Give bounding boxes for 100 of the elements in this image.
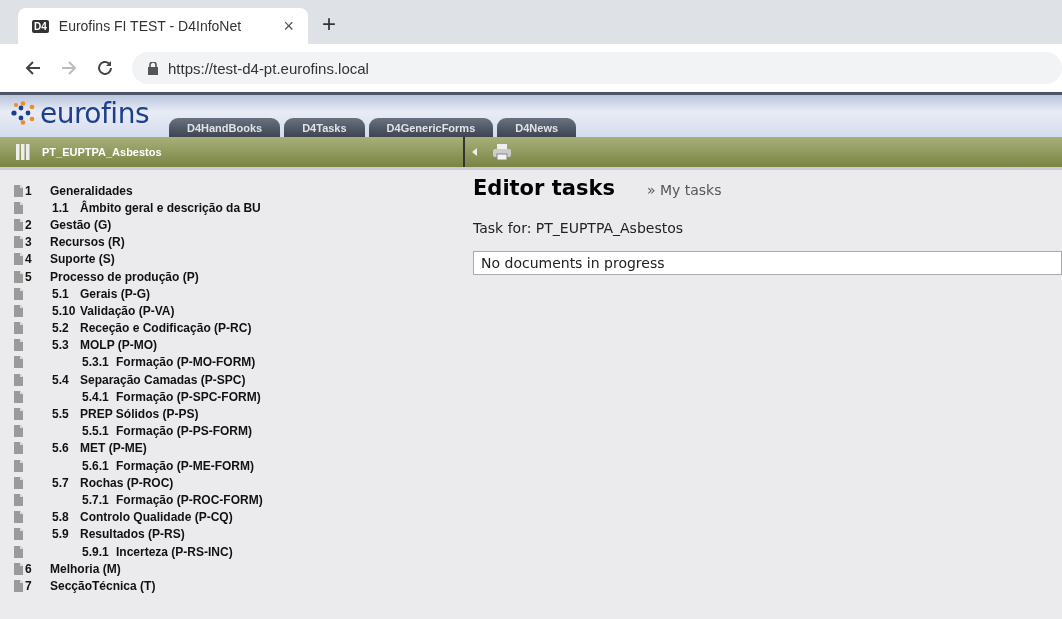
dots-logo-icon	[10, 101, 36, 125]
lock-icon	[148, 61, 158, 75]
item-label: Rochas (P-ROC)	[80, 475, 174, 490]
document-icon	[14, 339, 23, 352]
item-label: MOLP (P-MO)	[80, 338, 158, 353]
tree-item[interactable]: 5.6.1 Formação (P-ME-FORM)	[25, 458, 254, 473]
document-icon	[14, 373, 23, 386]
document-icon	[14, 476, 23, 489]
item-label: Separação Camadas (P-SPC)	[80, 372, 246, 387]
tree-item[interactable]: 5.1 Gerais (P-G)	[25, 286, 151, 301]
tree-item[interactable]: 5 Processo de produção (P)	[25, 269, 199, 284]
tree-item[interactable]: 5.5 PREP Sólidos (P-PS)	[25, 407, 199, 422]
item-number: 5.4.1	[82, 389, 110, 404]
document-icon	[14, 184, 23, 197]
nav-tab[interactable]: D4Tasks	[284, 118, 365, 137]
forward-arrow-icon[interactable]	[60, 59, 78, 77]
tree-item[interactable]: 5.5.1 Formação (P-PS-FORM)	[25, 424, 252, 439]
item-label: PREP Sólidos (P-PS)	[80, 407, 199, 422]
document-icon	[14, 287, 23, 300]
item-label: Âmbito geral e descrição da BU	[80, 200, 261, 215]
item-number: 5.3.1	[82, 355, 110, 370]
favicon-icon: D4	[32, 19, 49, 33]
tree-item[interactable]: 5.2 Receção e Codificação (P-RC)	[25, 321, 252, 336]
item-label: Validação (P-VA)	[80, 303, 175, 318]
back-arrow-icon[interactable]	[24, 59, 42, 77]
browser-tab[interactable]: D4 Eurofins FI TEST - D4InfoNet ×	[18, 8, 308, 44]
item-number: 5.1	[52, 286, 70, 301]
item-number: 5.9.1	[82, 544, 110, 559]
collapse-arrow-icon[interactable]	[472, 148, 477, 156]
tree-item[interactable]: 5.7.1 Formação (P-ROC-FORM)	[25, 492, 263, 507]
item-number: 5.6.1	[82, 458, 110, 473]
item-label: SecçãoTécnica (T)	[50, 578, 156, 593]
document-icon	[14, 322, 23, 335]
tree-item[interactable]: 5.7 Rochas (P-ROC)	[25, 475, 174, 490]
tree-item[interactable]: 1 Generalidades	[25, 183, 133, 198]
tree-item[interactable]: 5.10 Validação (P-VA)	[25, 303, 175, 318]
document-icon	[14, 425, 23, 438]
logo-text: eurofins	[40, 96, 149, 130]
new-tab-button[interactable]: +	[322, 10, 336, 38]
print-icon[interactable]	[493, 144, 511, 160]
close-icon[interactable]: ×	[283, 15, 294, 37]
tree-item[interactable]: 5.3.1 Formação (P-MO-FORM)	[25, 355, 256, 370]
nav-tab[interactable]: D4GenericForms	[368, 118, 494, 137]
reload-icon[interactable]	[96, 59, 114, 77]
tree-item[interactable]: 5.8 Controlo Qualidade (P-CQ)	[25, 510, 233, 525]
page-title: Editor tasks	[473, 176, 615, 200]
document-icon	[14, 579, 23, 592]
document-icon	[14, 511, 23, 524]
item-label: Receção e Codificação (P-RC)	[80, 321, 252, 336]
item-number: 5.9	[52, 527, 70, 542]
item-label: Formação (P-SPC-FORM)	[116, 389, 261, 404]
columns-icon[interactable]	[16, 144, 30, 160]
item-number: 7	[25, 578, 33, 593]
document-icon	[14, 493, 23, 506]
tree-item[interactable]: 3 Recursos (R)	[25, 235, 125, 250]
item-label: Gestão (G)	[50, 217, 112, 232]
address-bar[interactable]: https://test-d4-pt.eurofins.local	[132, 52, 1062, 84]
tree-item[interactable]: 5.9 Resultados (P-RS)	[25, 527, 185, 542]
item-number: 1	[25, 183, 33, 198]
tree-item[interactable]: 5.4 Separação Camadas (P-SPC)	[25, 372, 246, 387]
url-text: https://test-d4-pt.eurofins.local	[168, 59, 369, 77]
nav-tab[interactable]: D4News	[497, 118, 577, 137]
tree-item[interactable]: 5.4.1 Formação (P-SPC-FORM)	[25, 389, 261, 404]
document-icon	[14, 528, 23, 541]
tree-item[interactable]: 1.1 Âmbito geral e descrição da BU	[25, 200, 261, 215]
item-number: 5.5	[52, 407, 70, 422]
my-tasks-link[interactable]: » My tasks	[646, 182, 722, 198]
item-label: Processo de produção (P)	[50, 269, 199, 284]
tree-item[interactable]: 5.9.1 Incerteza (P-RS-INC)	[25, 544, 233, 559]
tree-item[interactable]: 7 SecçãoTécnica (T)	[25, 578, 156, 593]
tree-item[interactable]: 5.3 MOLP (P-MO)	[25, 338, 158, 353]
item-label: Gerais (P-G)	[80, 286, 151, 301]
document-icon	[14, 562, 23, 575]
tree-item[interactable]: 2 Gestão (G)	[25, 217, 112, 232]
item-label: Formação (P-ME-FORM)	[116, 458, 254, 473]
item-number: 5.3	[52, 338, 70, 353]
tree-item[interactable]: 6 Melhoria (M)	[25, 561, 121, 576]
section-title: PT_EUPTPA_Asbestos	[42, 146, 162, 158]
item-label: Formação (P-ROC-FORM)	[116, 492, 263, 507]
tree-item[interactable]: 5.6 MET (P-ME)	[25, 441, 147, 456]
item-label: MET (P-ME)	[80, 441, 147, 456]
item-number: 5.4	[52, 372, 70, 387]
item-label: Incerteza (P-RS-INC)	[116, 544, 233, 559]
item-number: 5	[25, 269, 33, 284]
document-icon	[14, 304, 23, 317]
document-icon	[14, 545, 23, 558]
item-number: 5.5.1	[82, 424, 110, 439]
document-icon	[14, 270, 23, 283]
item-number: 6	[25, 561, 33, 576]
item-number: 2	[25, 217, 33, 232]
tree-item[interactable]: 4 Suporte (S)	[25, 252, 115, 267]
task-for-text: Task for: PT_EUPTPA_Asbestos	[473, 220, 685, 236]
item-number: 4	[25, 252, 33, 267]
item-label: Melhoria (M)	[50, 561, 121, 576]
document-icon	[14, 390, 23, 403]
document-icon	[14, 459, 23, 472]
item-number: 3	[25, 235, 33, 250]
document-icon	[14, 442, 23, 455]
item-number: 1.1	[52, 200, 70, 215]
nav-tab[interactable]: D4HandBooks	[169, 118, 281, 137]
